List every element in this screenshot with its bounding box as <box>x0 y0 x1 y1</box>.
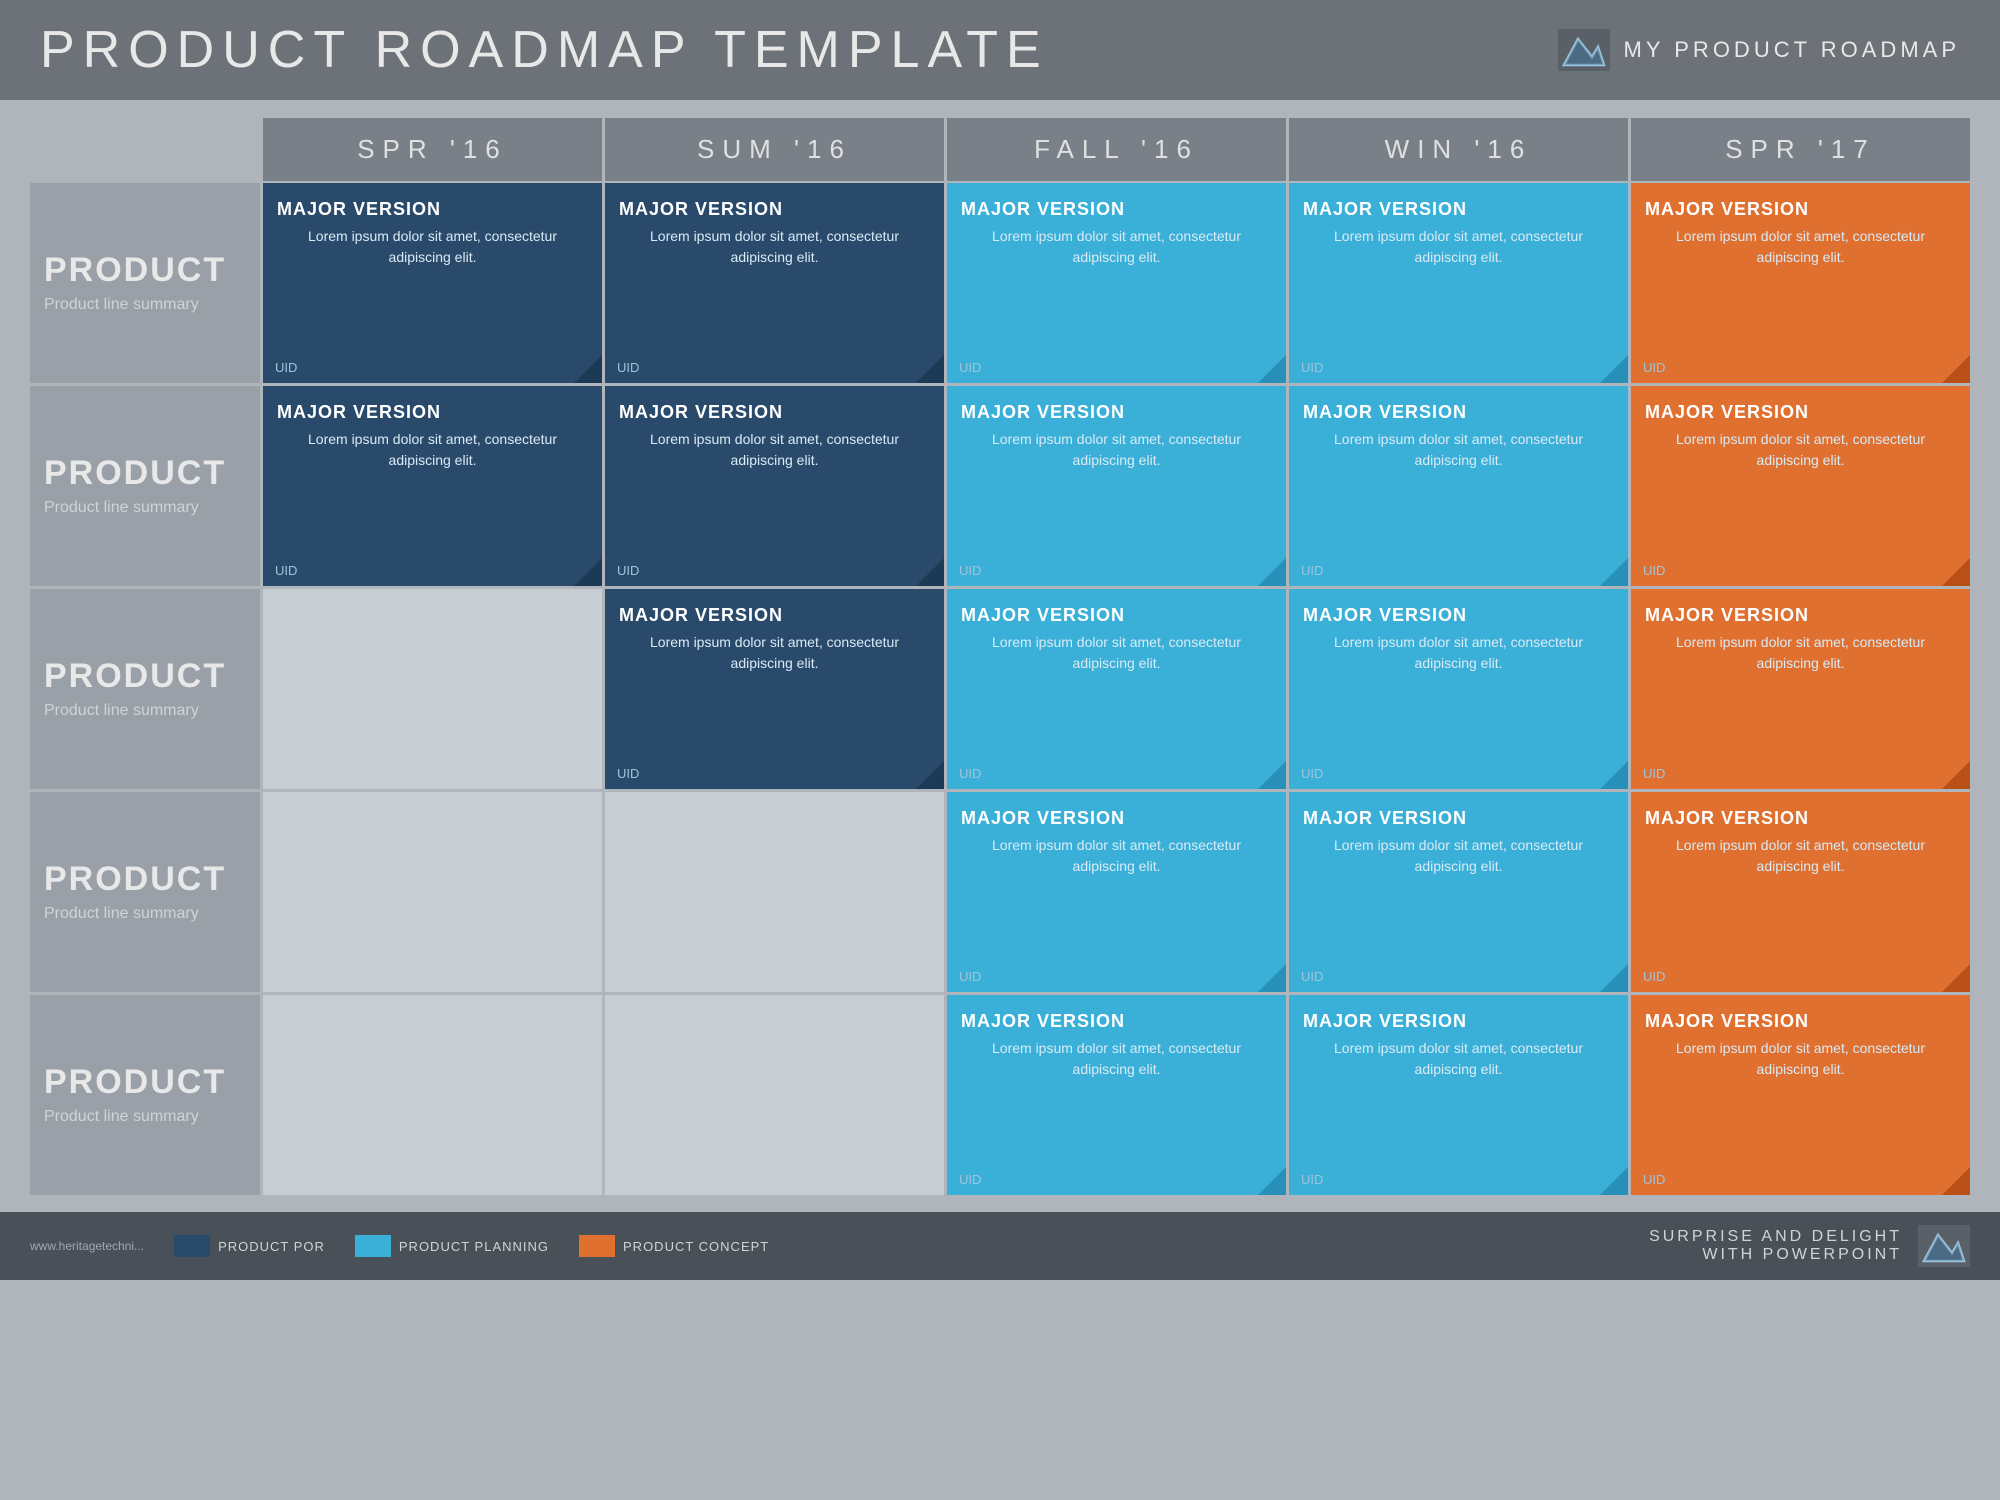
legend-item-concept: PRODUCT CONCEPT <box>579 1235 769 1257</box>
cell-3-5: MAJOR VERSION Lorem ipsum dolor sit amet… <box>1631 589 1970 789</box>
cell-corner <box>1942 558 1970 586</box>
header: PRODUCT ROADMAP TEMPLATE MY PRODUCT ROAD… <box>0 0 2000 100</box>
cell-4-3: MAJOR VERSION Lorem ipsum dolor sit amet… <box>947 792 1286 992</box>
cell-5-5: MAJOR VERSION Lorem ipsum dolor sit amet… <box>1631 995 1970 1195</box>
footer-left: www.heritagetechni... PRODUCT POR PRODUC… <box>30 1235 769 1257</box>
cell-1-3: MAJOR VERSION Lorem ipsum dolor sit amet… <box>947 183 1286 383</box>
cell-corner <box>1942 964 1970 992</box>
header-logo-icon <box>1558 29 1610 71</box>
cell-corner <box>1942 1167 1970 1195</box>
cell-4-2-empty <box>605 792 944 992</box>
product-title-1: PRODUCT <box>44 252 246 289</box>
brand-name: MY PRODUCT ROADMAP <box>1624 37 1960 63</box>
product-title-3: PRODUCT <box>44 658 246 695</box>
footer-right: SURPRISE AND DELIGHT WITH POWERPOINT <box>1649 1225 1970 1267</box>
cell-2-5: MAJOR VERSION Lorem ipsum dolor sit amet… <box>1631 386 1970 586</box>
cell-5-4: MAJOR VERSION Lorem ipsum dolor sit amet… <box>1289 995 1628 1195</box>
cell-corner <box>1942 761 1970 789</box>
column-headers: SPR '16 SUM '16 FALL '16 WIN '16 SPR '17 <box>30 118 1970 181</box>
product-sub-2: Product line summary <box>44 499 246 517</box>
cell-corner <box>1258 1167 1286 1195</box>
cell-corner <box>1600 558 1628 586</box>
cell-4-5: MAJOR VERSION Lorem ipsum dolor sit amet… <box>1631 792 1970 992</box>
legend-item-por: PRODUCT POR <box>174 1235 325 1257</box>
cell-2-2: MAJOR VERSION Lorem ipsum dolor sit amet… <box>605 386 944 586</box>
product-sub-1: Product line summary <box>44 296 246 314</box>
cell-corner <box>916 761 944 789</box>
cell-2-1: MAJOR VERSION Lorem ipsum dolor sit amet… <box>263 386 602 586</box>
product-sub-5: Product line summary <box>44 1108 246 1126</box>
footer-site: www.heritagetechni... <box>30 1239 144 1253</box>
main-content: SPR '16 SUM '16 FALL '16 WIN '16 SPR '17… <box>0 118 2000 1208</box>
cell-5-3: MAJOR VERSION Lorem ipsum dolor sit amet… <box>947 995 1286 1195</box>
row-label-1: PRODUCT Product line summary <box>30 183 260 383</box>
col-header-win16: WIN '16 <box>1289 118 1628 181</box>
cell-corner <box>1258 355 1286 383</box>
cell-corner <box>1600 761 1628 789</box>
col-header-spr16: SPR '16 <box>263 118 602 181</box>
cell-4-4: MAJOR VERSION Lorem ipsum dolor sit amet… <box>1289 792 1628 992</box>
cell-corner <box>574 355 602 383</box>
cell-3-1-empty <box>263 589 602 789</box>
row-label-5: PRODUCT Product line summary <box>30 995 260 1195</box>
cell-1-5: MAJOR VERSION Lorem ipsum dolor sit amet… <box>1631 183 1970 383</box>
cell-corner <box>1600 964 1628 992</box>
legend-label-concept: PRODUCT CONCEPT <box>623 1239 769 1254</box>
col-header-spr17: SPR '17 <box>1631 118 1970 181</box>
table-row: PRODUCT Product line summary MAJOR VERSI… <box>30 386 1970 586</box>
cell-5-2-empty <box>605 995 944 1195</box>
cell-1-1: MAJOR VERSION Lorem ipsum dolor sit amet… <box>263 183 602 383</box>
row-label-2: PRODUCT Product line summary <box>30 386 260 586</box>
cell-corner <box>1258 964 1286 992</box>
footer-tagline: SURPRISE AND DELIGHT WITH POWERPOINT <box>1649 1228 1902 1264</box>
product-title-2: PRODUCT <box>44 455 246 492</box>
cell-corner <box>1600 1167 1628 1195</box>
legend-item-planning: PRODUCT PLANNING <box>355 1235 549 1257</box>
product-sub-3: Product line summary <box>44 702 246 720</box>
cell-corner <box>574 558 602 586</box>
product-title-4: PRODUCT <box>44 861 246 898</box>
legend-label-planning: PRODUCT PLANNING <box>399 1239 549 1254</box>
cell-corner <box>916 355 944 383</box>
header-brand-section: MY PRODUCT ROADMAP <box>1558 29 1960 71</box>
cell-corner <box>916 558 944 586</box>
legend-color-planning <box>355 1235 391 1257</box>
product-sub-4: Product line summary <box>44 905 246 923</box>
cell-3-3: MAJOR VERSION Lorem ipsum dolor sit amet… <box>947 589 1286 789</box>
table-row: PRODUCT Product line summary MAJOR VERSI… <box>30 995 1970 1195</box>
cell-1-2: MAJOR VERSION Lorem ipsum dolor sit amet… <box>605 183 944 383</box>
legend-label-por: PRODUCT POR <box>218 1239 325 1254</box>
cell-4-1-empty <box>263 792 602 992</box>
table-row: PRODUCT Product line summary MAJOR VERSI… <box>30 792 1970 992</box>
row-label-3: PRODUCT Product line summary <box>30 589 260 789</box>
row-label-4: PRODUCT Product line summary <box>30 792 260 992</box>
cell-2-4: MAJOR VERSION Lorem ipsum dolor sit amet… <box>1289 386 1628 586</box>
table-row: PRODUCT Product line summary MAJOR VERSI… <box>30 589 1970 789</box>
product-title-5: PRODUCT <box>44 1064 246 1101</box>
cell-3-4: MAJOR VERSION Lorem ipsum dolor sit amet… <box>1289 589 1628 789</box>
footer-logo-icon <box>1918 1225 1970 1267</box>
cell-5-1-empty <box>263 995 602 1195</box>
cell-1-4: MAJOR VERSION Lorem ipsum dolor sit amet… <box>1289 183 1628 383</box>
corner-empty <box>30 118 260 181</box>
col-header-fall16: FALL '16 <box>947 118 1286 181</box>
cell-corner <box>1258 558 1286 586</box>
table-row: PRODUCT Product line summary MAJOR VERSI… <box>30 183 1970 383</box>
cell-corner <box>1258 761 1286 789</box>
legend-color-por <box>174 1235 210 1257</box>
cell-2-3: MAJOR VERSION Lorem ipsum dolor sit amet… <box>947 386 1286 586</box>
col-header-sum16: SUM '16 <box>605 118 944 181</box>
legend-color-concept <box>579 1235 615 1257</box>
cell-corner <box>1600 355 1628 383</box>
page-title: PRODUCT ROADMAP TEMPLATE <box>40 20 1049 80</box>
cell-3-2: MAJOR VERSION Lorem ipsum dolor sit amet… <box>605 589 944 789</box>
cell-corner <box>1942 355 1970 383</box>
footer: www.heritagetechni... PRODUCT POR PRODUC… <box>0 1212 2000 1280</box>
